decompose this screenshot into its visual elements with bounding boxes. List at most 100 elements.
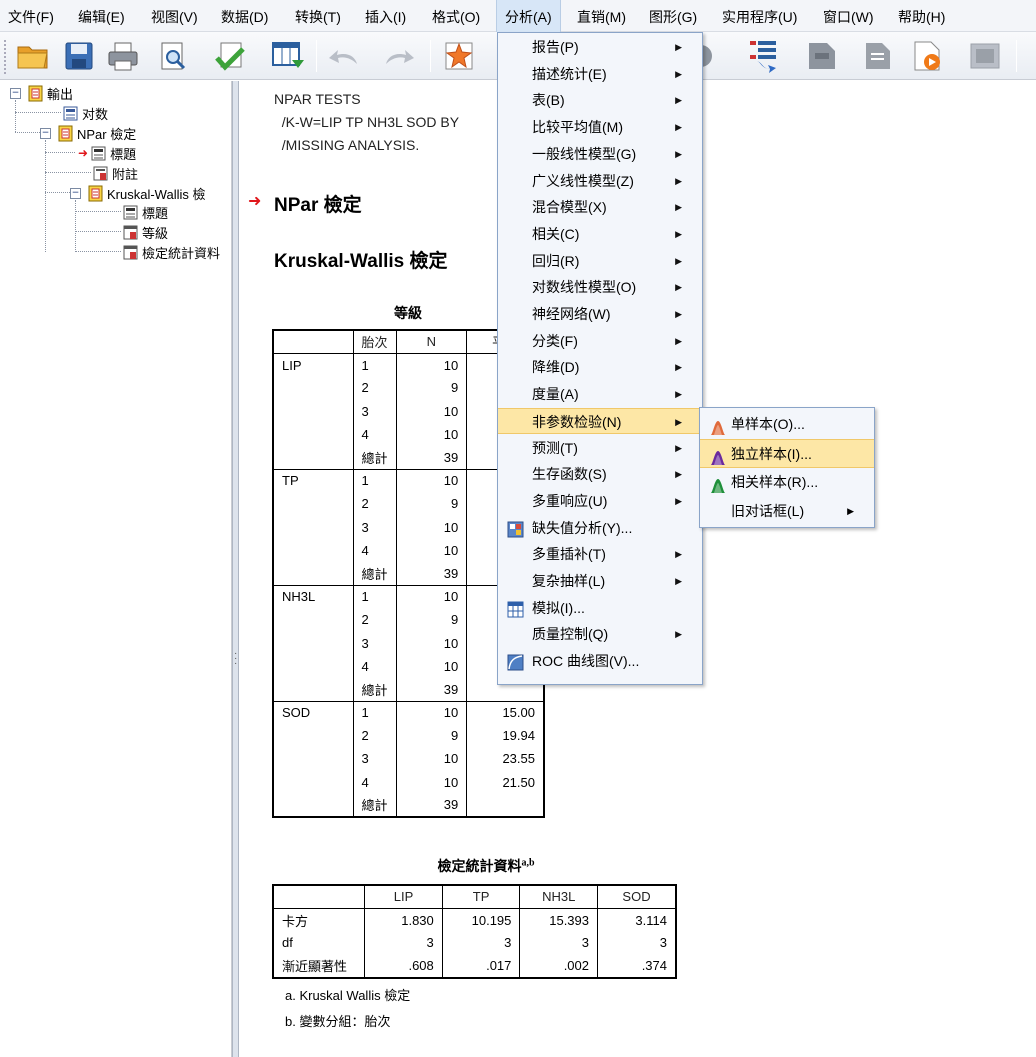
log-icon — [62, 105, 79, 122]
analyze-menu-item[interactable]: 缺失值分析(Y)... — [498, 515, 702, 542]
tree-item-title-2[interactable]: 標題 — [122, 202, 168, 222]
table-cell: 3 — [353, 399, 397, 423]
analyze-menu-item[interactable]: 预测(T) ▶ — [498, 435, 702, 462]
analyze-menu-item[interactable]: 分类(F) ▶ — [498, 328, 702, 355]
tree-item-kruskal-wallis[interactable]: − Kruskal-Wallis 檢 — [70, 183, 205, 203]
goto-case-icon[interactable] — [440, 38, 478, 74]
menu-help[interactable]: 帮助(H) — [890, 0, 953, 32]
menu-edit[interactable]: 编辑(E) — [70, 0, 133, 32]
menu-view[interactable]: 视图(V) — [143, 0, 206, 32]
analyze-menu-item[interactable]: ROC 曲线图(V)... — [498, 648, 702, 675]
analyze-menu-item[interactable]: 神经网络(W) ▶ — [498, 301, 702, 328]
table-title: 等級 — [394, 307, 422, 322]
tree-item-npar[interactable]: − NPar 檢定 — [40, 123, 136, 143]
collapse-icon[interactable]: − — [40, 127, 51, 139]
goto-data-icon[interactable] — [268, 38, 306, 74]
menu-item-label: 对数线性模型(O) — [532, 279, 637, 296]
tree-item-log[interactable]: 对数 — [62, 103, 108, 123]
analyze-menu-item[interactable]: 度量(A) ▶ — [498, 381, 702, 408]
print-icon[interactable] — [104, 38, 142, 74]
menu-data[interactable]: 数据(D) — [213, 0, 276, 32]
tree-label: NPar 檢定 — [77, 126, 137, 142]
submenu-arrow-icon: ▶ — [675, 416, 682, 427]
disabled-icon — [966, 38, 1004, 74]
undo-icon[interactable] — [325, 38, 363, 74]
menu-item-label: 分类(F) — [532, 332, 578, 349]
export-icon[interactable] — [211, 38, 249, 74]
nonparametric-menu-item[interactable]: 旧对话框(L) ▶ — [700, 497, 874, 526]
table-cell: 15.393 — [519, 908, 598, 932]
menu-graphs[interactable]: 图形(G) — [641, 0, 705, 32]
table-cell: 4 — [353, 422, 397, 446]
menu-item-label: 多重插补(T) — [532, 546, 606, 563]
output-book-icon — [57, 125, 74, 142]
collapse-icon[interactable]: − — [70, 187, 81, 199]
table-cell: 3 — [519, 931, 598, 955]
submenu-arrow-icon: ▶ — [675, 175, 682, 186]
analyze-menu-item[interactable]: 非参数检验(N) ▶ — [498, 407, 702, 435]
print-preview-icon[interactable] — [154, 38, 192, 74]
toolbar-grip[interactable] — [4, 40, 8, 74]
analyze-menu-item[interactable]: 生存函数(S) ▶ — [498, 461, 702, 488]
pane-splitter[interactable]: · · · — [232, 81, 239, 1057]
table-cell: 2 — [353, 724, 397, 748]
column-header: TP — [442, 885, 521, 909]
analyze-menu-item[interactable]: 报告(P) ▶ — [498, 34, 702, 61]
analyze-menu-item[interactable]: 比较平均值(M) ▶ — [498, 114, 702, 141]
tree-item-ranks[interactable]: 等級 — [122, 222, 168, 242]
table-title: 檢定統計資料a,b — [416, 856, 556, 876]
submenu-arrow-icon: ▶ — [675, 68, 682, 79]
tree-item-notes[interactable]: 附註 — [92, 163, 138, 183]
menu-analyze[interactable]: 分析(A) — [496, 0, 561, 32]
section-heading[interactable]: NPar 檢定 — [274, 190, 362, 217]
select-cases-icon[interactable] — [746, 38, 784, 74]
analyze-menu-item[interactable]: 表(B) ▶ — [498, 87, 702, 114]
analyze-menu-item[interactable]: 降维(D) ▶ — [498, 354, 702, 381]
row-group-label — [273, 654, 354, 678]
menu-item-label: 旧对话框(L) — [731, 503, 805, 519]
analyze-menu-item[interactable]: 回归(R) ▶ — [498, 248, 702, 275]
title-icon — [90, 145, 107, 162]
show-all-icon[interactable] — [858, 38, 896, 74]
menu-format[interactable]: 格式(O) — [424, 0, 488, 32]
analyze-menu-item[interactable]: 混合模型(X) ▶ — [498, 194, 702, 221]
menu-insert[interactable]: 插入(I) — [357, 0, 414, 32]
nonparametric-menu-item[interactable]: 独立样本(I)... — [700, 439, 874, 468]
open-icon[interactable] — [14, 38, 52, 74]
table-cell: 10 — [396, 747, 468, 771]
tree-root-output[interactable]: − 輸出 — [10, 83, 73, 103]
analyze-menu-item[interactable]: 一般线性模型(G) ▶ — [498, 141, 702, 168]
tree-item-test-statistics[interactable]: 檢定統計資料 — [122, 242, 220, 262]
analyze-menu-item[interactable]: 相关(C) ▶ — [498, 221, 702, 248]
designate-window-icon[interactable] — [803, 38, 841, 74]
menu-file[interactable]: 文件(F) — [0, 0, 62, 32]
analyze-menu-item[interactable]: 模拟(I)... — [498, 595, 702, 622]
menu-transform[interactable]: 转换(T) — [287, 0, 349, 32]
save-icon[interactable] — [60, 38, 98, 74]
collapse-icon[interactable]: − — [10, 87, 21, 99]
nonparametric-menu-item[interactable]: 单样本(O)... — [700, 410, 874, 439]
analyze-menu-item[interactable]: 多重插补(T) ▶ — [498, 541, 702, 568]
section-heading[interactable]: Kruskal-Wallis 檢定 — [274, 246, 448, 273]
test-statistics-table[interactable]: LIP TP NH3L SOD 卡方 1.830 10.195 15.393 3.114… — [272, 884, 677, 979]
nonparametric-menu-item[interactable]: 相关样本(R)... — [700, 468, 874, 497]
table-cell: 10 — [396, 515, 468, 539]
row-group-label — [273, 538, 354, 562]
roc-curve-icon — [507, 653, 524, 671]
analyze-menu-item[interactable]: 质量控制(Q) ▶ — [498, 621, 702, 648]
analyze-menu-item[interactable]: 复杂抽样(L) ▶ — [498, 568, 702, 595]
analyze-menu-item[interactable]: 对数线性模型(O) ▶ — [498, 274, 702, 301]
submenu-arrow-icon: ▶ — [675, 42, 682, 52]
analyze-menu-item[interactable]: 描述统计(E) ▶ — [498, 61, 702, 88]
tree-item-title[interactable]: ➜ 標題 — [78, 143, 136, 163]
menu-utilities[interactable]: 实用程序(U) — [714, 0, 805, 32]
analyze-menu-item[interactable]: 多重响应(U) ▶ — [498, 488, 702, 515]
related-samples-icon — [710, 475, 726, 493]
table-cell: .374 — [641, 958, 667, 974]
menu-direct-marketing[interactable]: 直销(M) — [569, 0, 634, 32]
analyze-menu-item[interactable]: 广义线性模型(Z) ▶ — [498, 168, 702, 195]
redo-icon[interactable] — [380, 38, 418, 74]
run-icon[interactable] — [908, 38, 946, 74]
menu-window[interactable]: 窗口(W) — [815, 0, 882, 32]
column-header: N — [396, 330, 468, 354]
